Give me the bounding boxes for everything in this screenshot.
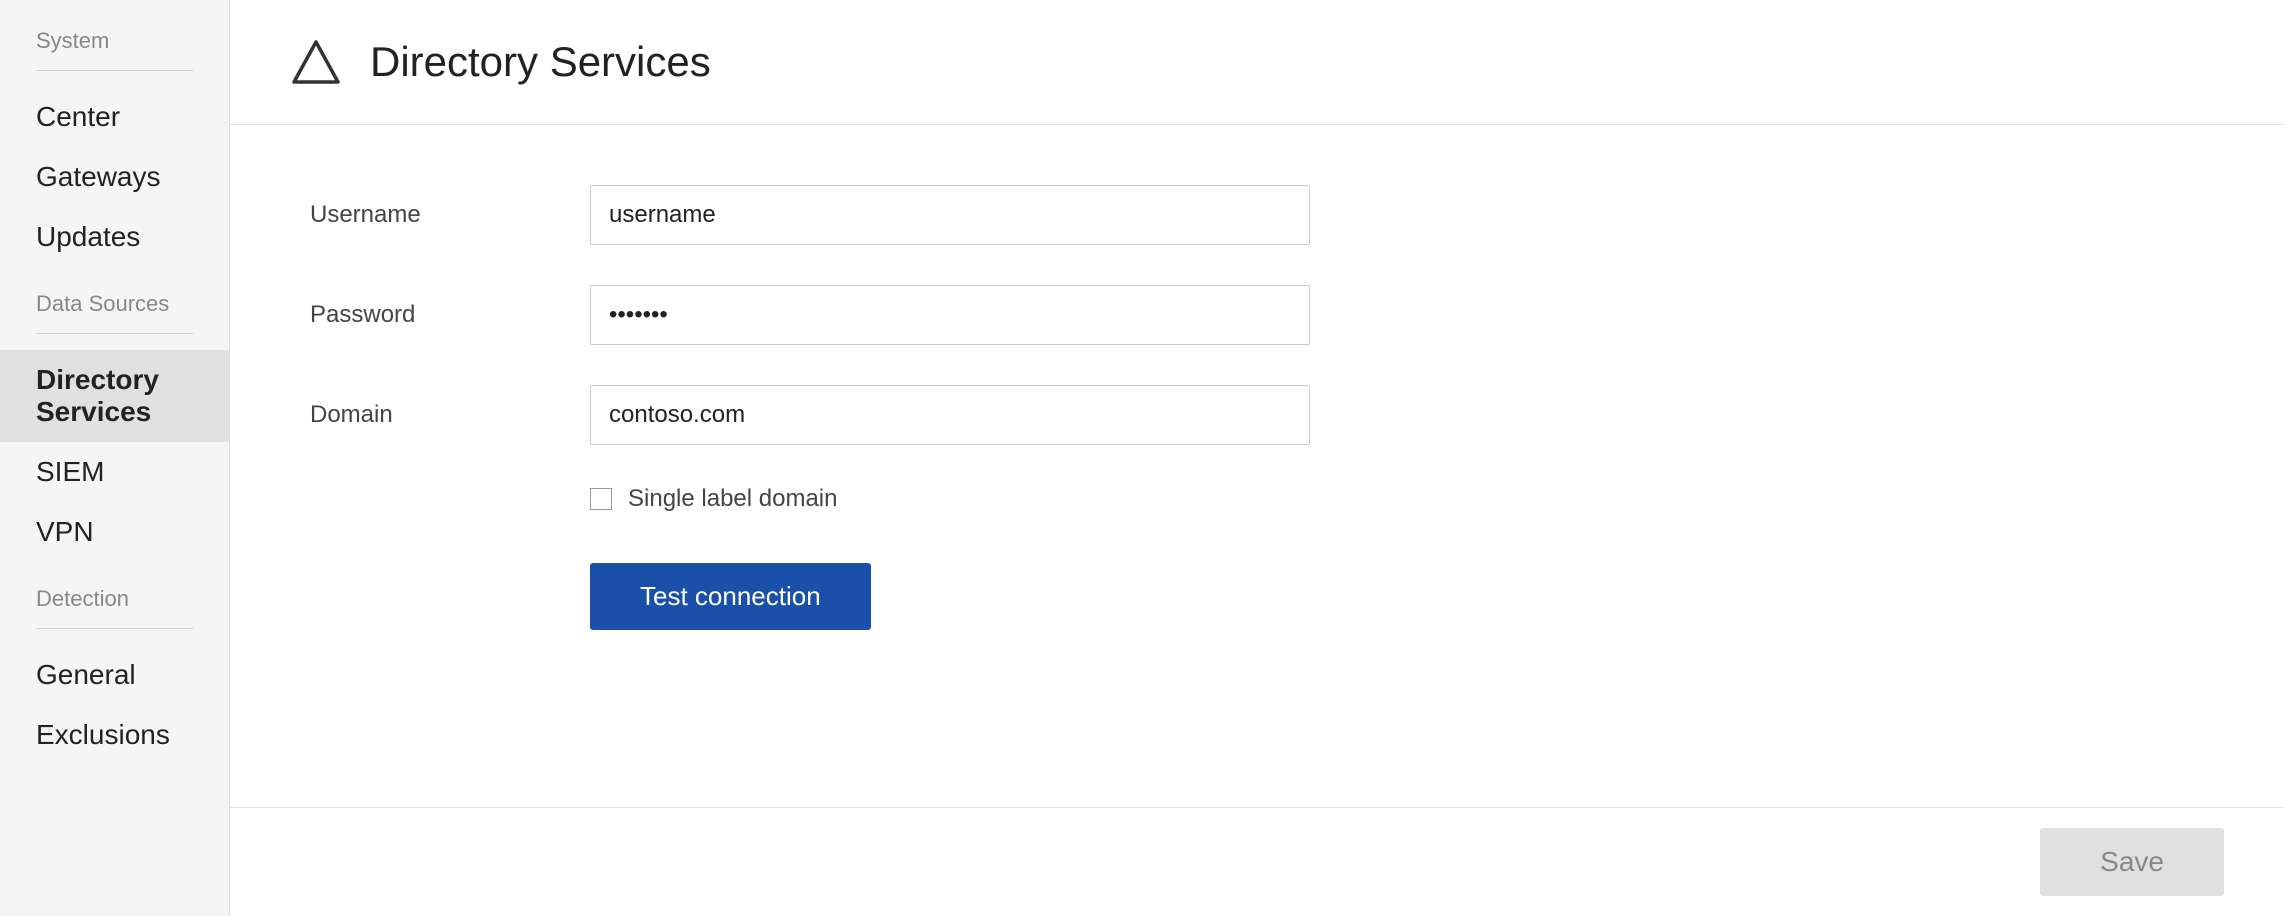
bottom-bar: Save xyxy=(230,807,2284,916)
sidebar-item-gateways[interactable]: Gateways xyxy=(0,147,229,207)
username-row: Username xyxy=(310,185,2204,245)
sidebar-item-siem[interactable]: SIEM xyxy=(0,442,229,502)
single-label-domain-label: Single label domain xyxy=(628,485,837,513)
username-input[interactable] xyxy=(590,185,1310,245)
sidebar-item-center[interactable]: Center xyxy=(0,87,229,147)
form-area: Username Password Domain Single label do… xyxy=(230,125,2284,807)
sidebar-item-vpn[interactable]: VPN xyxy=(0,502,229,562)
detection-section-label: Detection xyxy=(0,586,229,624)
single-label-domain-checkbox[interactable] xyxy=(590,488,612,510)
spacer-2 xyxy=(0,562,229,586)
triangle-svg xyxy=(292,38,340,86)
system-divider xyxy=(36,70,193,71)
domain-row: Domain xyxy=(310,385,2204,445)
password-row: Password xyxy=(310,285,2204,345)
detection-divider xyxy=(36,628,193,629)
sidebar-item-updates[interactable]: Updates xyxy=(0,207,229,267)
page-header: Directory Services xyxy=(230,0,2284,125)
page-title: Directory Services xyxy=(370,38,711,86)
domain-label: Domain xyxy=(310,401,590,429)
sidebar-item-directory-services[interactable]: Directory Services xyxy=(0,350,229,442)
app-container: System Center Gateways Updates Data Sour… xyxy=(0,0,2284,916)
test-connection-button[interactable]: Test connection xyxy=(590,563,871,630)
datasources-divider xyxy=(36,333,193,334)
main-content: Directory Services Username Password Dom… xyxy=(230,0,2284,916)
system-section-label: System xyxy=(0,28,229,66)
datasources-section-label: Data Sources xyxy=(0,291,229,329)
password-input[interactable] xyxy=(590,285,1310,345)
save-button[interactable]: Save xyxy=(2040,828,2224,896)
password-label: Password xyxy=(310,301,590,329)
warning-triangle-icon xyxy=(290,36,342,88)
username-label: Username xyxy=(310,201,590,229)
single-label-domain-row: Single label domain xyxy=(590,485,2204,513)
sidebar-item-general[interactable]: General xyxy=(0,645,229,705)
sidebar: System Center Gateways Updates Data Sour… xyxy=(0,0,230,916)
spacer-1 xyxy=(0,267,229,291)
sidebar-item-exclusions[interactable]: Exclusions xyxy=(0,705,229,765)
domain-input[interactable] xyxy=(590,385,1310,445)
